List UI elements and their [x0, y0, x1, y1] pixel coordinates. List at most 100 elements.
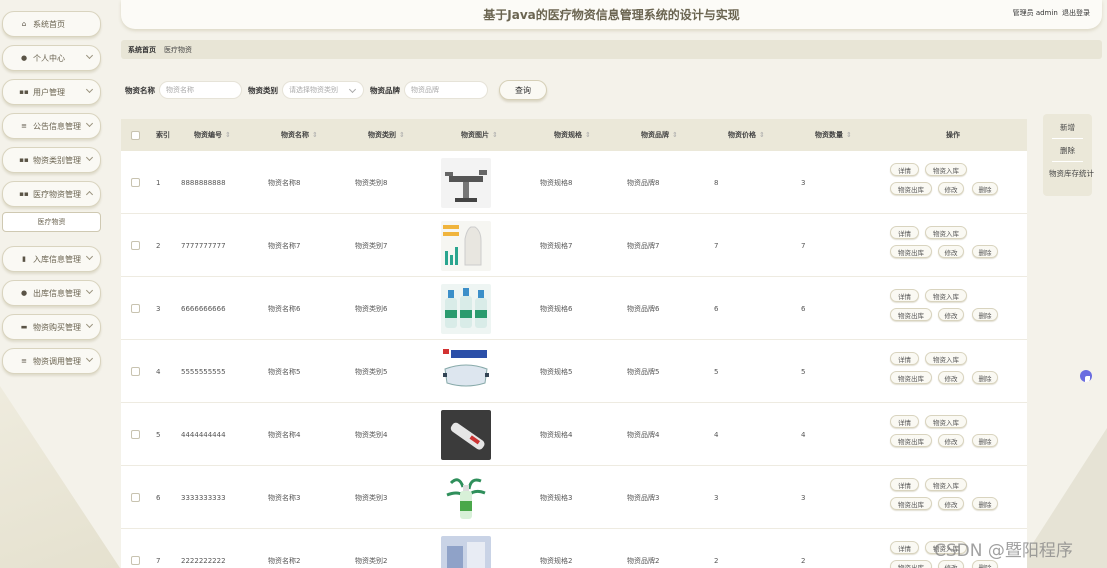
- col-qty[interactable]: 物资数量 ⇕: [815, 119, 852, 151]
- breadcrumb: 系统首页 医疗物资: [121, 40, 1102, 59]
- edit-button[interactable]: 修改: [938, 371, 964, 384]
- sidebar-item[interactable]: ● 出库信息管理: [2, 280, 101, 306]
- col-type[interactable]: 物资类别 ⇕: [368, 119, 405, 151]
- stock-in-button[interactable]: 物资入库: [925, 163, 967, 176]
- sidebar-item[interactable]: ≡ 公告信息管理: [2, 113, 101, 139]
- cell-name: 物资名称2: [268, 556, 301, 565]
- stock-out-button[interactable]: 物资出库: [890, 308, 932, 321]
- sort-icon[interactable]: ⇕: [312, 131, 318, 139]
- sort-icon[interactable]: ⇕: [759, 131, 765, 139]
- sort-icon[interactable]: ⇕: [399, 131, 405, 139]
- detail-button[interactable]: 详情: [890, 478, 919, 491]
- checkbox-box: [131, 304, 140, 313]
- stock-out-button[interactable]: 物资出库: [890, 182, 932, 195]
- stock-out-button[interactable]: 物资出库: [890, 434, 932, 447]
- cell-name: 物资名称8: [268, 178, 301, 187]
- detail-button[interactable]: 详情: [890, 541, 919, 554]
- stock-in-button[interactable]: 物资入库: [925, 415, 967, 428]
- sort-icon[interactable]: ⇕: [492, 131, 498, 139]
- stock-out-button[interactable]: 物资出库: [890, 560, 932, 568]
- delete-button[interactable]: 删除: [972, 308, 998, 321]
- sidebar-item[interactable]: ▪▪ 用户管理: [2, 79, 101, 105]
- sidebar-item[interactable]: ▮ 入库信息管理: [2, 246, 101, 272]
- stock-in-button[interactable]: 物资入库: [925, 352, 967, 365]
- delete-button[interactable]: 删除: [972, 434, 998, 447]
- floating-assistant-icon[interactable]: [1080, 370, 1092, 382]
- stock-out-button[interactable]: 物资出库: [890, 497, 932, 510]
- stock-stats-button[interactable]: 物资库存统计: [1043, 162, 1103, 184]
- detail-button[interactable]: 详情: [890, 163, 919, 176]
- select-all-checkbox[interactable]: [131, 119, 140, 151]
- query-button[interactable]: 查询: [499, 80, 547, 100]
- cell-qty: 2: [801, 556, 806, 565]
- cell-qty: 3: [801, 178, 806, 187]
- delete-button[interactable]: 删除: [972, 560, 998, 568]
- col-price[interactable]: 物资价格 ⇕: [728, 119, 765, 151]
- edit-button[interactable]: 修改: [938, 245, 964, 258]
- type-label: 物资类别: [248, 85, 278, 95]
- sidebar-item[interactable]: ≡ 物资调用管理: [2, 348, 101, 374]
- row-checkbox[interactable]: [131, 151, 140, 214]
- col-name-label: 物资名称: [281, 131, 309, 139]
- col-brand-label: 物资品牌: [641, 131, 669, 139]
- sort-icon[interactable]: ⇕: [672, 131, 678, 139]
- batch-delete-button[interactable]: 删除: [1052, 140, 1083, 162]
- spray-bottle-image: [441, 472, 491, 523]
- stock-in-button[interactable]: 物资入库: [925, 289, 967, 302]
- cell-spec: 物资规格2: [540, 556, 573, 565]
- detail-button[interactable]: 详情: [890, 415, 919, 428]
- edit-button[interactable]: 修改: [938, 560, 964, 568]
- cell-qty: 4: [801, 430, 806, 439]
- edit-button[interactable]: 修改: [938, 497, 964, 510]
- sidebar-subitem-medical-supplies[interactable]: 医疗物资: [2, 212, 101, 232]
- col-spec[interactable]: 物资规格 ⇕: [554, 119, 591, 151]
- row-checkbox[interactable]: [131, 529, 140, 568]
- breadcrumb-home[interactable]: 系统首页: [128, 45, 156, 55]
- sidebar-item[interactable]: ▬ 物资购买管理: [2, 314, 101, 340]
- sort-icon[interactable]: ⇕: [585, 131, 591, 139]
- sidebar-item[interactable]: ● 个人中心: [2, 45, 101, 71]
- add-button[interactable]: 新增: [1052, 117, 1083, 139]
- cell-image: [441, 529, 491, 568]
- name-input[interactable]: 物资名称: [159, 81, 242, 99]
- col-image[interactable]: 物资图片 ⇕: [461, 119, 498, 151]
- edit-button[interactable]: 修改: [938, 434, 964, 447]
- col-name[interactable]: 物资名称 ⇕: [281, 119, 318, 151]
- cell-image: [441, 277, 491, 340]
- brand-input[interactable]: 物资品牌: [404, 81, 488, 99]
- stock-in-button[interactable]: 物资入库: [925, 226, 967, 239]
- logout-link[interactable]: 退出登录: [1062, 9, 1090, 17]
- stock-in-button[interactable]: 物资入库: [925, 478, 967, 491]
- stock-out-button[interactable]: 物资出库: [890, 371, 932, 384]
- cell-spec: 物资规格8: [540, 178, 573, 187]
- row-checkbox[interactable]: [131, 403, 140, 466]
- detail-button[interactable]: 详情: [890, 226, 919, 239]
- stock-out-button[interactable]: 物资出库: [890, 245, 932, 258]
- col-code[interactable]: 物资编号 ⇕: [194, 119, 231, 151]
- edit-button[interactable]: 修改: [938, 308, 964, 321]
- detail-button[interactable]: 详情: [890, 352, 919, 365]
- sidebar-item-label: 系统首页: [33, 19, 65, 29]
- col-brand[interactable]: 物资品牌 ⇕: [641, 119, 678, 151]
- list-icon: ≡: [21, 122, 27, 130]
- delete-button[interactable]: 删除: [972, 371, 998, 384]
- sort-icon[interactable]: ⇕: [846, 131, 852, 139]
- sort-icon[interactable]: ⇕: [225, 131, 231, 139]
- row-checkbox[interactable]: [131, 466, 140, 529]
- user-area: 管理员 admin 退出登录: [1011, 8, 1090, 18]
- type-select[interactable]: 请选择物资类别: [282, 81, 364, 99]
- edit-button[interactable]: 修改: [938, 182, 964, 195]
- row-checkbox[interactable]: [131, 340, 140, 403]
- cell-qty: 6: [801, 304, 806, 313]
- delete-button[interactable]: 删除: [972, 182, 998, 195]
- cell-type: 物资类别3: [355, 493, 388, 502]
- delete-button[interactable]: 删除: [972, 497, 998, 510]
- sidebar-item[interactable]: ▪▪ 医疗物资管理: [2, 181, 101, 207]
- detail-button[interactable]: 详情: [890, 289, 919, 302]
- delete-button[interactable]: 删除: [972, 245, 998, 258]
- row-checkbox[interactable]: [131, 214, 140, 277]
- row-checkbox[interactable]: [131, 277, 140, 340]
- chevron-down-icon: [85, 85, 94, 94]
- sidebar-item[interactable]: ▪▪ 物资类别管理: [2, 147, 101, 173]
- sidebar-item[interactable]: ⌂ 系统首页: [2, 11, 101, 37]
